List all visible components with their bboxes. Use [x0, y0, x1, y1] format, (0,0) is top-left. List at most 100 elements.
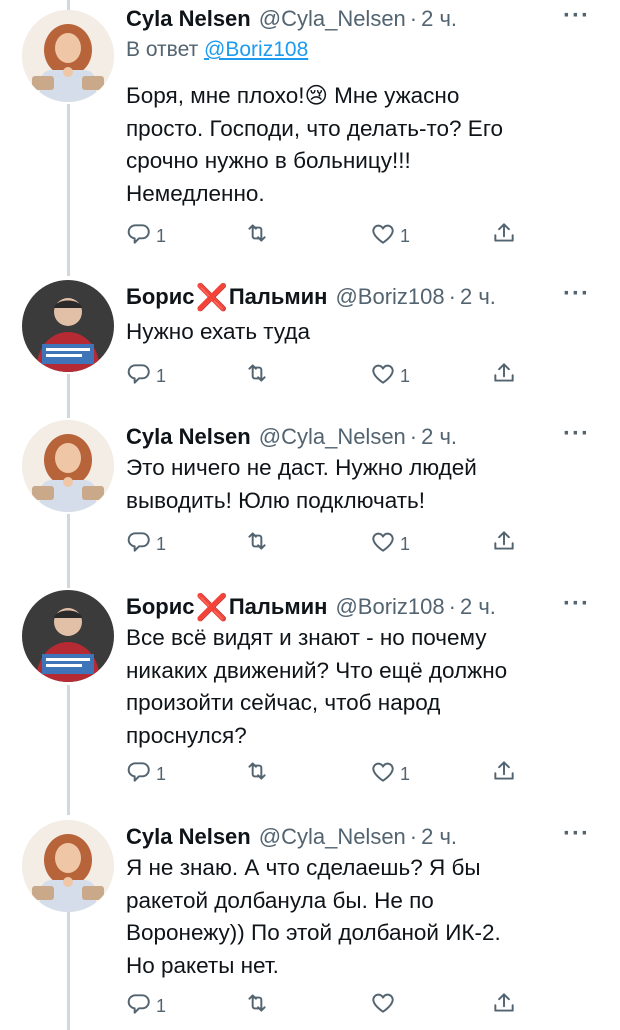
timestamp[interactable]: 2 ч.: [421, 424, 457, 450]
tweet-actions: 1 1: [126, 220, 526, 250]
share-icon: [491, 360, 517, 386]
thread-line: [67, 514, 70, 588]
tweet-text: Боря, мне плохо!😢 Мне ужасно просто. Гос…: [126, 83, 504, 206]
tweet-text: Я не знаю. А что сделаешь? Я бы ракетой …: [126, 855, 501, 978]
reply-icon: [126, 759, 152, 785]
retweet-button[interactable]: [244, 990, 274, 1016]
share-button[interactable]: [491, 990, 517, 1016]
share-icon: [491, 758, 517, 784]
avatar[interactable]: [22, 280, 114, 372]
tweet-text: Нужно ехать туда: [126, 319, 311, 344]
more-options-icon[interactable]: ···: [563, 590, 590, 618]
tweet-header: Cyla Nelsen @Cyla_Nelsen · 2 ч. ···: [126, 420, 590, 454]
heart-icon: [370, 529, 396, 555]
separator-dot: ·: [448, 284, 456, 309]
woman-avatar-image: [22, 820, 114, 912]
author-name-first[interactable]: Борис: [126, 594, 194, 620]
timestamp[interactable]: 2 ч.: [460, 594, 496, 620]
retweet-icon: [244, 990, 270, 1016]
tweet-text: Это ничего не даст. Нужно людей выводить…: [126, 455, 477, 513]
reply-count: 1: [156, 366, 167, 386]
thread-line: [67, 104, 70, 276]
retweet-icon: [244, 758, 270, 784]
like-button[interactable]: 1: [370, 758, 410, 785]
like-count: 1: [400, 366, 411, 386]
share-button[interactable]: [491, 360, 517, 386]
man-avatar-image: [22, 280, 114, 372]
author-name-last[interactable]: Пальмин: [229, 284, 328, 310]
man-avatar-image: [22, 590, 114, 682]
separator-dot: ·: [409, 824, 418, 849]
like-button[interactable]: 1: [370, 360, 410, 387]
thread-line: [67, 0, 70, 10]
more-options-icon[interactable]: ···: [563, 2, 590, 30]
like-button[interactable]: [370, 990, 400, 1016]
tweet-text: Все всё видят и знают - но почему никаки…: [126, 625, 508, 748]
retweet-button[interactable]: [244, 528, 274, 554]
heart-icon: [370, 221, 396, 247]
like-button[interactable]: 1: [370, 220, 410, 247]
reply-button[interactable]: 1: [126, 758, 166, 785]
tweet-header: Cyla Nelsen @Cyla_Nelsen · 2 ч. ···: [126, 2, 590, 36]
reply-button[interactable]: 1: [126, 360, 166, 387]
more-options-icon[interactable]: ···: [563, 820, 590, 848]
tweet-actions: 1 1: [126, 360, 526, 390]
avatar[interactable]: [22, 590, 114, 682]
tweet-actions: 1 1: [126, 758, 526, 788]
separator-dot: ·: [409, 424, 418, 449]
reply-count: 1: [156, 996, 167, 1016]
author-name-first[interactable]: Борис: [126, 284, 194, 310]
retweet-button[interactable]: [244, 360, 274, 386]
more-options-icon[interactable]: ···: [563, 420, 590, 448]
like-button[interactable]: 1: [370, 528, 410, 555]
tweet-header: Борис ❌ Пальмин @Boriz108 · 2 ч. ···: [126, 590, 590, 624]
author-name[interactable]: Cyla Nelsen: [126, 824, 251, 850]
reply-icon: [126, 361, 152, 387]
reply-button[interactable]: 1: [126, 220, 166, 247]
timestamp[interactable]: 2 ч.: [460, 284, 496, 310]
reply-icon: [126, 221, 152, 247]
share-button[interactable]: [491, 758, 517, 784]
retweet-button[interactable]: [244, 758, 274, 784]
retweet-icon: [244, 220, 270, 246]
thread-line: [67, 912, 70, 1030]
reply-button[interactable]: 1: [126, 528, 166, 555]
retweet-icon: [244, 528, 270, 554]
timestamp[interactable]: 2 ч.: [421, 824, 457, 850]
share-button[interactable]: [491, 528, 517, 554]
tweet-actions: 1: [126, 990, 526, 1020]
thread-line: [67, 374, 70, 418]
author-handle[interactable]: @Cyla_Nelsen: [259, 824, 406, 850]
timestamp[interactable]: 2 ч.: [421, 6, 457, 32]
avatar[interactable]: [22, 820, 114, 912]
reply-count: 1: [156, 764, 167, 784]
reply-icon: [126, 991, 152, 1017]
like-count: 1: [400, 226, 411, 246]
separator-dot: ·: [448, 594, 456, 619]
reply-to-handle-link[interactable]: @Boriz108: [204, 38, 308, 61]
retweet-button[interactable]: [244, 220, 274, 246]
retweet-icon: [244, 360, 270, 386]
heart-icon: [370, 759, 396, 785]
reply-to-prefix: В ответ: [126, 38, 199, 61]
avatar[interactable]: [22, 10, 114, 102]
woman-avatar-image: [22, 420, 114, 512]
reply-to-line: В ответ @Boriz108: [126, 38, 308, 62]
reply-count: 1: [156, 534, 167, 554]
avatar[interactable]: [22, 420, 114, 512]
share-icon: [491, 990, 517, 1016]
author-name[interactable]: Cyla Nelsen: [126, 6, 251, 32]
share-button[interactable]: [491, 220, 517, 246]
author-handle[interactable]: @Boriz108: [335, 284, 444, 310]
reply-button[interactable]: 1: [126, 990, 166, 1017]
thread-line: [67, 685, 70, 815]
like-count: 1: [400, 764, 411, 784]
cross-mark-emoji: ❌: [195, 591, 228, 622]
author-handle[interactable]: @Cyla_Nelsen: [259, 6, 406, 32]
more-options-icon[interactable]: ···: [563, 280, 590, 308]
author-handle[interactable]: @Boriz108: [335, 594, 444, 620]
author-name-last[interactable]: Пальмин: [229, 594, 328, 620]
author-name[interactable]: Cyla Nelsen: [126, 424, 251, 450]
tweet-header: Борис ❌ Пальмин @Boriz108 · 2 ч. ···: [126, 280, 590, 314]
author-handle[interactable]: @Cyla_Nelsen: [259, 424, 406, 450]
